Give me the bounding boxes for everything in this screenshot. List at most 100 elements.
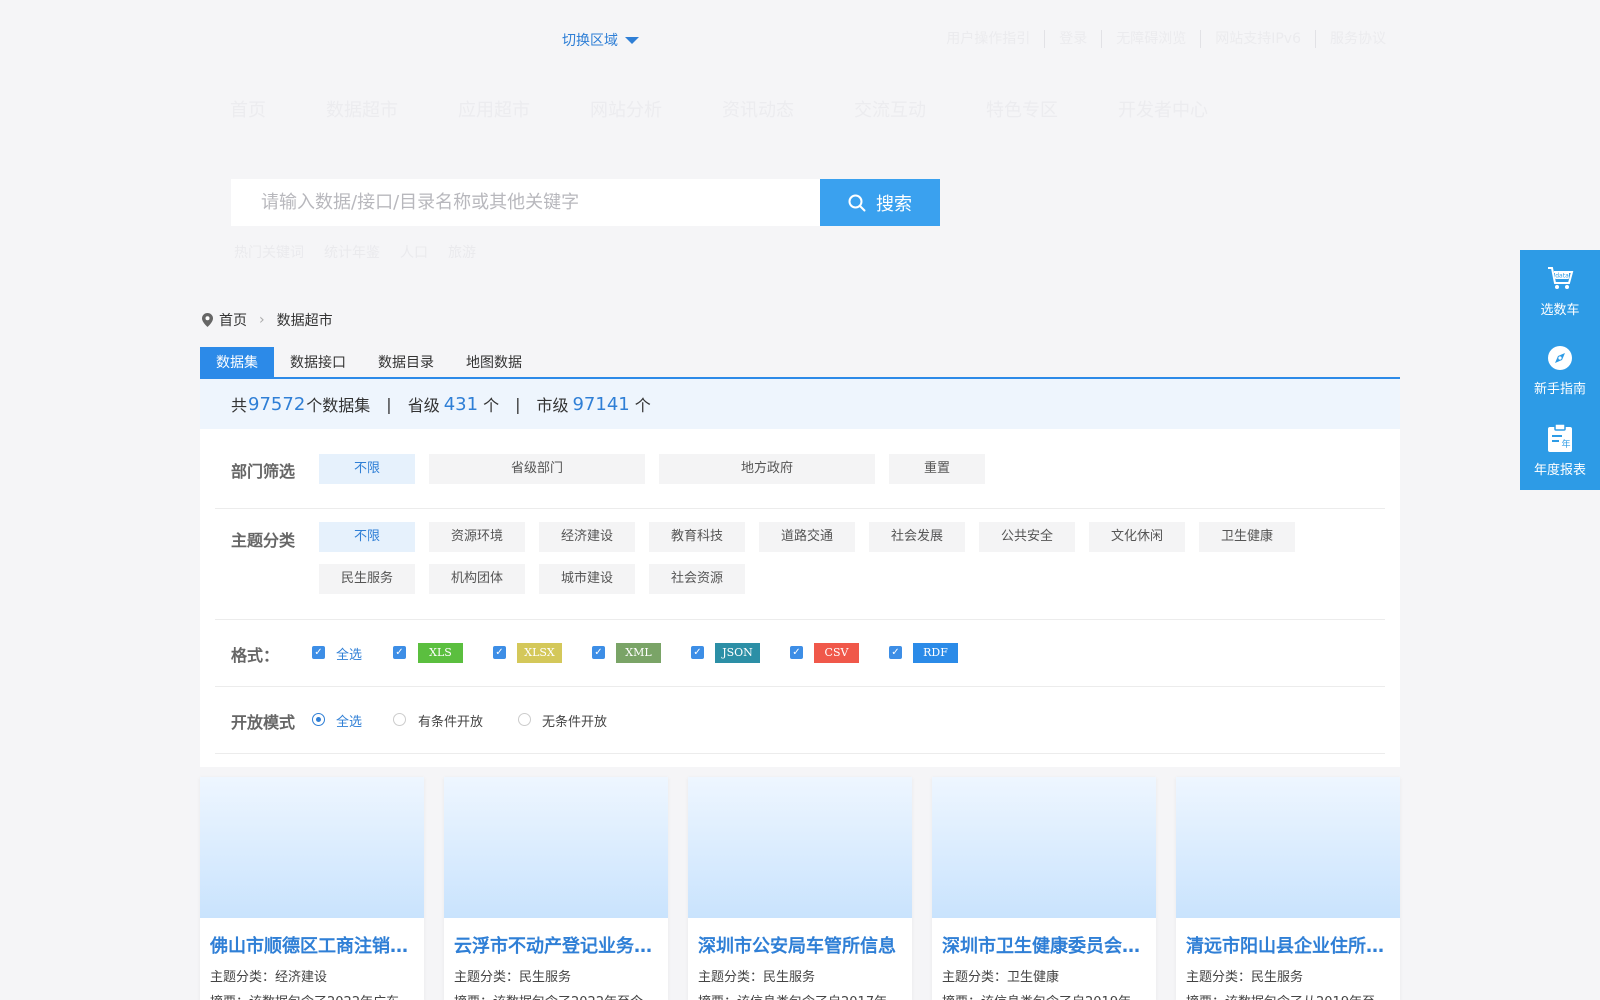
- hot-keyword[interactable]: 统计年鉴: [324, 242, 380, 262]
- sidebar-item-data-cart[interactable]: data 选数车: [1520, 250, 1600, 330]
- user-guide-link[interactable]: 用户操作指引: [932, 30, 1046, 48]
- format-tag-xml: XML: [616, 643, 661, 663]
- nav-data-market[interactable]: 数据超市: [326, 96, 398, 122]
- open-mode-all-radio[interactable]: [312, 713, 325, 726]
- department-reset-button[interactable]: 重置: [889, 454, 985, 484]
- topic-option[interactable]: 城市建设: [539, 564, 635, 594]
- sidebar-item-label: 选数车: [1540, 302, 1580, 318]
- svg-text:年: 年: [1561, 438, 1570, 450]
- card-title[interactable]: 深圳市卫生健康委员会医疗机构信息: [942, 932, 1148, 958]
- format-all-label: 全选: [336, 648, 363, 663]
- filter-panel: 共 97572 个数据集 | 省级 431 个 | 市级 97141 个 部门筛…: [200, 379, 1400, 767]
- top-links: 用户操作指引 登录 无障碍浏览 网站支持IPv6 服务协议: [932, 30, 1386, 48]
- topic-option[interactable]: 不限: [319, 522, 415, 552]
- topic-option[interactable]: 民生服务: [319, 564, 415, 594]
- dataset-card[interactable]: 深圳市卫生健康委员会医疗机构信息 主题分类：卫生健康 摘要：该信息类包含了自20…: [932, 777, 1156, 1000]
- summary-prefix: 共: [231, 396, 248, 415]
- topic-option[interactable]: 资源环境: [429, 522, 525, 552]
- svg-text:data: data: [1555, 272, 1569, 279]
- region-switcher-label: 切换区域: [562, 33, 618, 49]
- nav-interaction[interactable]: 交流互动: [854, 96, 926, 122]
- sidebar-item-annual-report[interactable]: 年 年度报表: [1520, 410, 1600, 490]
- card-title[interactable]: 云浮市不动产登记业务办理信息: [454, 932, 660, 958]
- open-mode-unconditional-radio[interactable]: [518, 713, 531, 726]
- open-mode-unconditional-label: 无条件开放: [542, 715, 608, 730]
- topic-option[interactable]: 公共安全: [979, 522, 1075, 552]
- region-switcher[interactable]: 切换区域: [562, 30, 639, 50]
- format-filter-row: 格式： ✓ 全选 ✓ XLS ✓ XLSX ✓ XML ✓ JSON ✓ CSV…: [215, 620, 1385, 687]
- card-title[interactable]: 佛山市顺德区工商注销企业信息: [210, 932, 416, 958]
- topic-option[interactable]: 社会资源: [649, 564, 745, 594]
- search-button[interactable]: 搜索: [820, 179, 940, 226]
- nav-developer[interactable]: 开发者中心: [1118, 96, 1208, 122]
- topic-option[interactable]: 教育科技: [649, 522, 745, 552]
- department-option-all[interactable]: 不限: [319, 454, 415, 484]
- breadcrumb: 首页 › 数据超市: [202, 310, 333, 330]
- search-icon: [848, 194, 866, 211]
- open-mode-all-label: 全选: [336, 715, 363, 730]
- format-rdf-checkbox[interactable]: ✓: [889, 646, 902, 659]
- summary-divider: |: [386, 394, 392, 414]
- sidebar-item-guide[interactable]: 新手指南: [1520, 330, 1600, 410]
- nav-news[interactable]: 资讯动态: [722, 96, 794, 122]
- nav-home[interactable]: 首页: [230, 96, 266, 122]
- format-json-checkbox[interactable]: ✓: [691, 646, 704, 659]
- open-mode-conditional-radio[interactable]: [393, 713, 406, 726]
- format-all-checkbox[interactable]: ✓: [312, 646, 325, 659]
- login-link[interactable]: 登录: [1045, 30, 1103, 48]
- sidebar-item-label: 新手指南: [1533, 381, 1586, 397]
- tab-map-data[interactable]: 地图数据: [450, 347, 538, 377]
- format-tag-rdf: RDF: [913, 643, 958, 663]
- format-xlsx-checkbox[interactable]: ✓: [493, 646, 506, 659]
- card-thumbnail: [444, 777, 668, 918]
- open-mode-conditional-label: 有条件开放: [418, 715, 484, 730]
- breadcrumb-home[interactable]: 首页: [219, 310, 247, 330]
- topic-option[interactable]: 道路交通: [759, 522, 855, 552]
- format-tag-csv: CSV: [814, 643, 859, 663]
- format-xml-checkbox[interactable]: ✓: [592, 646, 605, 659]
- dataset-card[interactable]: 深圳市公安局车管所信息 主题分类：民生服务 摘要：该信息类包含了自2017年: [688, 777, 912, 1000]
- city-unit: 个: [634, 396, 651, 415]
- card-topic: 主题分类：民生服务: [454, 970, 572, 985]
- card-topic: 主题分类：经济建设: [210, 970, 328, 985]
- top-bar: 切换区域 用户操作指引 登录 无障碍浏览 网站支持IPv6 服务协议: [0, 0, 1600, 78]
- ipv6-link[interactable]: 网站支持IPv6: [1201, 30, 1316, 48]
- annual-report-icon: 年: [1548, 422, 1572, 452]
- nav-site-analysis[interactable]: 网站分析: [590, 96, 662, 122]
- topic-option[interactable]: 经济建设: [539, 522, 635, 552]
- compass-icon: [1548, 345, 1572, 370]
- format-tag-xls: XLS: [418, 643, 463, 663]
- sidebar-item-label: 年度报表: [1533, 462, 1586, 478]
- nav-special[interactable]: 特色专区: [986, 96, 1058, 122]
- tab-data-catalog[interactable]: 数据目录: [362, 347, 450, 377]
- dataset-card[interactable]: 清远市阳山县企业住所信息 主题分类：民生服务 摘要：该数据包含了从2019年至: [1176, 777, 1400, 1000]
- topic-option[interactable]: 文化休闲: [1089, 522, 1185, 552]
- accessibility-link[interactable]: 无障碍浏览: [1102, 30, 1202, 48]
- hot-keywords: 热门关键词 统计年鉴 人口 旅游: [234, 242, 476, 262]
- topic-option[interactable]: 社会发展: [869, 522, 965, 552]
- format-csv-checkbox[interactable]: ✓: [790, 646, 803, 659]
- hot-keyword[interactable]: 旅游: [448, 242, 476, 262]
- topic-option[interactable]: 卫生健康: [1199, 522, 1295, 552]
- dataset-card[interactable]: 佛山市顺德区工商注销企业信息 主题分类：经济建设 摘要：该数据包含了2022年广…: [200, 777, 424, 1000]
- card-thumbnail: [932, 777, 1156, 918]
- service-agreement-link[interactable]: 服务协议: [1316, 30, 1386, 48]
- tab-dataset[interactable]: 数据集: [200, 347, 274, 377]
- card-title[interactable]: 清远市阳山县企业住所信息: [1186, 932, 1392, 958]
- hot-keyword[interactable]: 人口: [400, 242, 428, 262]
- topic-option[interactable]: 机构团体: [429, 564, 525, 594]
- open-mode-filter-label: 开放模式: [231, 713, 296, 732]
- search-input[interactable]: [231, 179, 820, 226]
- department-option-local[interactable]: 地方政府: [659, 454, 875, 484]
- format-xls-checkbox[interactable]: ✓: [393, 646, 406, 659]
- dataset-card[interactable]: 云浮市不动产登记业务办理信息 主题分类：民生服务 摘要：该数据包含了2022年至…: [444, 777, 668, 1000]
- data-cart-icon: data: [1548, 266, 1574, 289]
- province-label: 省级: [407, 396, 440, 415]
- card-summary: 摘要：该信息类包含了自2017年: [698, 991, 898, 1000]
- department-filter-label: 部门筛选: [231, 462, 296, 481]
- data-tabs: 数据集 数据接口 数据目录 地图数据: [200, 347, 1400, 379]
- tab-data-api[interactable]: 数据接口: [274, 347, 362, 377]
- department-option-province[interactable]: 省级部门: [429, 454, 645, 484]
- card-title[interactable]: 深圳市公安局车管所信息: [698, 932, 904, 958]
- nav-app-market[interactable]: 应用超市: [458, 96, 530, 122]
